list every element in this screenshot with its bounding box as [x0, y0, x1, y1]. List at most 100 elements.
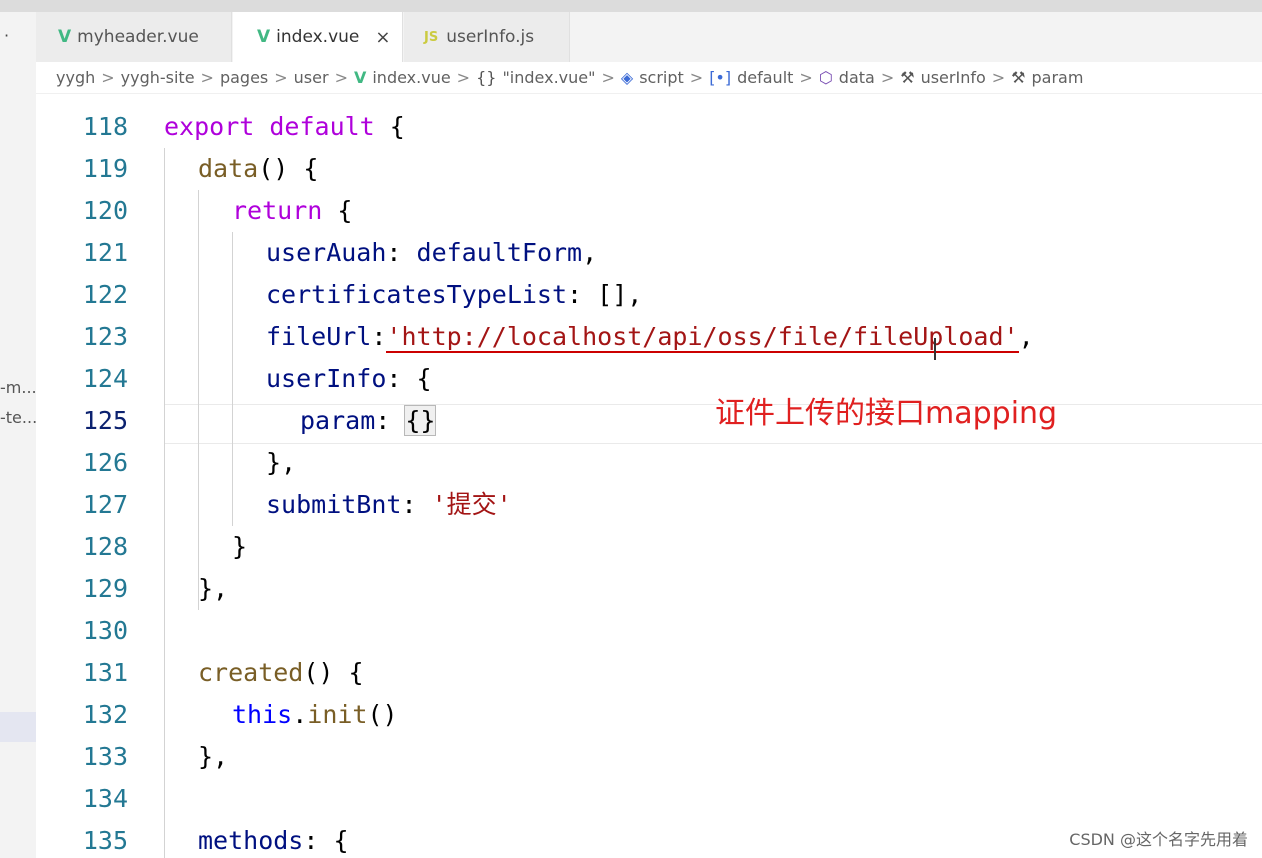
- close-icon[interactable]: ×: [375, 27, 390, 48]
- code-line: 122 certificatesTypeList: [],: [36, 274, 1262, 316]
- breadcrumb-item[interactable]: user: [294, 68, 329, 87]
- line-number: 121: [82, 238, 128, 267]
- code-line: 119 data() {: [36, 148, 1262, 190]
- code-editor[interactable]: 118 export default { 119 data() { 120 re…: [36, 94, 1262, 858]
- line-number: 119: [82, 154, 128, 183]
- red-annotation: 证件上传的接口mapping: [715, 396, 1058, 431]
- code-line: 129 },: [36, 568, 1262, 610]
- sidebar-item-truncated-1[interactable]: -m...: [0, 378, 36, 397]
- line-number: 135: [82, 826, 128, 855]
- matched-brace: {}: [404, 405, 437, 436]
- code-line: 130: [36, 610, 1262, 652]
- tab-label: myheader.vue: [77, 27, 199, 47]
- code-line: 121 userAuah: defaultForm,: [36, 232, 1262, 274]
- code-text: certificatesTypeList: [],: [266, 280, 643, 309]
- breadcrumb-separator: >: [880, 68, 895, 87]
- file-url-string: 'http://localhost/api/oss/file/fileUploa…: [386, 322, 1019, 353]
- cube-icon: ◈: [620, 68, 634, 87]
- breadcrumb-separator: >: [991, 68, 1006, 87]
- line-number: 120: [82, 196, 128, 225]
- code-text: }: [232, 532, 248, 561]
- line-number: 122: [82, 280, 128, 309]
- code-text: submitBnt: '提交': [266, 490, 512, 519]
- variable-icon: [•]: [709, 68, 732, 87]
- line-number: 130: [82, 616, 128, 645]
- code-line: 132 this.init(): [36, 694, 1262, 736]
- breadcrumb-item[interactable]: userInfo: [921, 68, 986, 87]
- code-line: 131 created() {: [36, 652, 1262, 694]
- line-number: 127: [82, 490, 128, 519]
- tab-label: userInfo.js: [446, 27, 535, 47]
- code-text: data() {: [198, 154, 319, 183]
- tab-label: index.vue: [276, 27, 360, 47]
- line-number: 134: [82, 784, 128, 813]
- vue-icon: V: [257, 27, 271, 47]
- code-text: },: [198, 574, 229, 603]
- explorer-sidebar: · -m... -te...: [0, 12, 37, 858]
- code-text: userInfo: {: [266, 364, 432, 393]
- breadcrumb-item[interactable]: script: [639, 68, 684, 87]
- tab-index-vue[interactable]: V index.vue ×: [233, 12, 403, 62]
- line-number: 123: [82, 322, 128, 351]
- js-icon: JS: [424, 29, 439, 45]
- line-number: 126: [82, 448, 128, 477]
- breadcrumb-item[interactable]: pages: [220, 68, 268, 87]
- breadcrumb-item[interactable]: param: [1032, 68, 1084, 87]
- breadcrumb-separator: >: [601, 68, 615, 87]
- code-line: 127 submitBnt: '提交': [36, 484, 1262, 526]
- text-cursor: [934, 338, 936, 360]
- breadcrumb-item[interactable]: yygh: [56, 68, 95, 87]
- code-text: },: [198, 742, 229, 771]
- line-number: 132: [82, 700, 128, 729]
- code-text: fileUrl:'http://localhost/api/oss/file/f…: [266, 322, 1034, 353]
- wrench-icon: ⚒: [1011, 68, 1026, 87]
- sidebar-menu-dot[interactable]: ·: [4, 26, 9, 45]
- line-number: 133: [82, 742, 128, 771]
- breadcrumb-separator: >: [334, 68, 348, 87]
- code-line: 124 userInfo: {: [36, 358, 1262, 400]
- tab-userinfo-js[interactable]: JS userInfo.js: [404, 12, 570, 62]
- code-text: created() {: [198, 658, 364, 687]
- wrench-icon: ⚒: [900, 68, 915, 87]
- code-text: this.init(): [232, 700, 398, 729]
- sidebar-item-truncated-2[interactable]: -te...: [0, 408, 36, 427]
- line-number: 125: [82, 406, 128, 435]
- code-text: },: [266, 448, 297, 477]
- sidebar-selected-item[interactable]: [0, 712, 36, 742]
- code-line: 128 }: [36, 526, 1262, 568]
- breadcrumb-item[interactable]: index.vue: [372, 68, 450, 87]
- code-text: param: {}: [300, 405, 437, 436]
- code-text: return {: [232, 196, 353, 225]
- line-number: 129: [82, 574, 128, 603]
- code-line: 123 fileUrl:'http://localhost/api/oss/fi…: [36, 316, 1262, 358]
- breadcrumb-item[interactable]: yygh-site: [121, 68, 195, 87]
- code-line: 126 },: [36, 442, 1262, 484]
- breadcrumb-separator: >: [456, 68, 471, 87]
- tab-myheader-vue[interactable]: V myheader.vue: [36, 12, 232, 62]
- line-number: 131: [82, 658, 128, 687]
- breadcrumb-item[interactable]: data: [839, 68, 875, 87]
- vue-icon: V: [58, 27, 72, 47]
- breadcrumb-item[interactable]: default: [737, 68, 793, 87]
- watermark: CSDN @这个名字先用着: [1069, 830, 1248, 849]
- breadcrumb-separator: >: [101, 68, 115, 87]
- code-text: userAuah: defaultForm,: [266, 238, 598, 267]
- breadcrumb-item[interactable]: "index.vue": [502, 68, 595, 87]
- code-text: export default {: [164, 112, 405, 141]
- line-number: 124: [82, 364, 128, 393]
- code-line: 133 },: [36, 736, 1262, 778]
- code-line: 120 return {: [36, 190, 1262, 232]
- code-text: methods: {: [198, 826, 349, 855]
- braces-icon: {}: [476, 68, 497, 87]
- vue-icon: V: [353, 68, 367, 87]
- line-number: 128: [82, 532, 128, 561]
- method-icon: ⬡: [818, 68, 833, 87]
- code-line: 134: [36, 778, 1262, 820]
- line-number: 118: [82, 112, 128, 141]
- breadcrumb-separator: >: [200, 68, 214, 87]
- editor-tab-bar: V myheader.vue V index.vue × JS userInfo…: [36, 12, 1262, 62]
- window-top-strip: [0, 0, 1262, 12]
- breadcrumb-separator: >: [689, 68, 704, 87]
- breadcrumb: yygh > yygh-site > pages > user > V inde…: [36, 62, 1262, 94]
- breadcrumb-separator: >: [274, 68, 288, 87]
